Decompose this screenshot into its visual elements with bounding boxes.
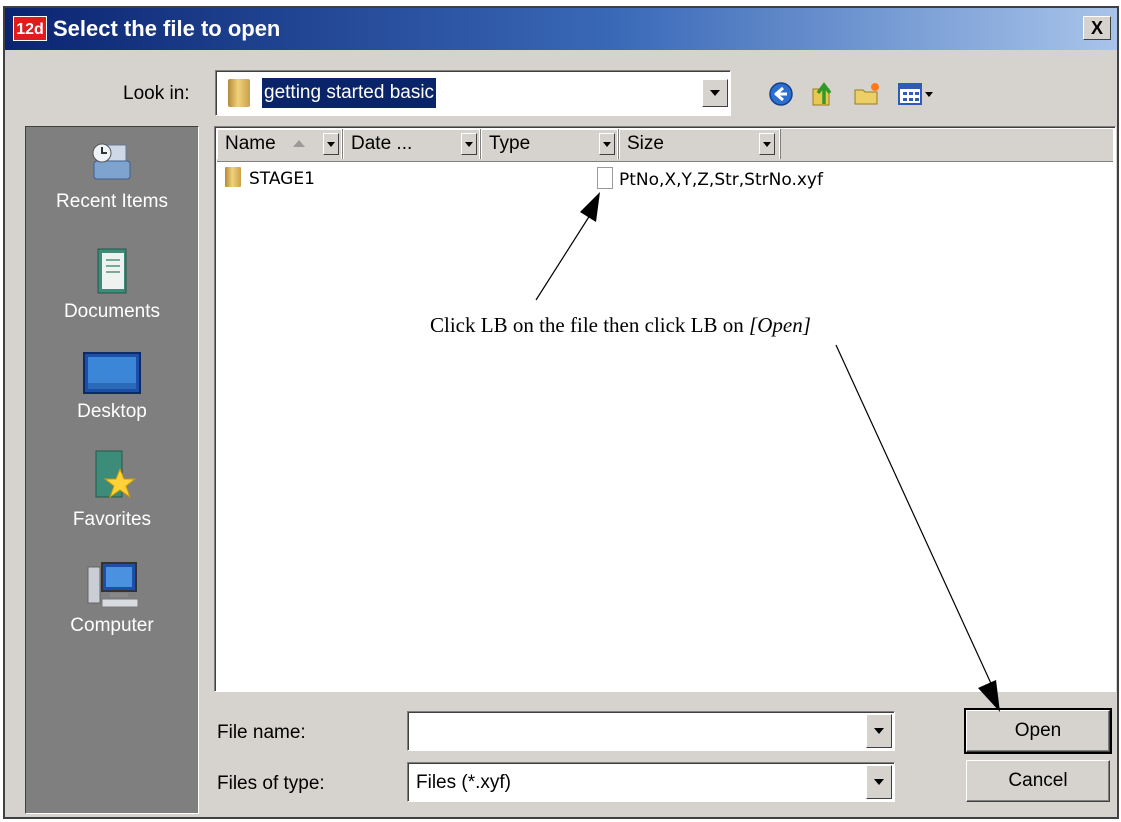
open-file-dialog: 12d Select the file to open X Look in: g…: [3, 6, 1119, 819]
files-of-type-value: Files (*.xyf): [416, 772, 511, 793]
column-label: Date ...: [351, 133, 413, 154]
computer-icon: [87, 562, 139, 608]
back-icon[interactable]: [767, 80, 795, 108]
place-documents[interactable]: Documents: [26, 245, 198, 323]
chevron-down-icon[interactable]: [702, 79, 728, 107]
column-header-type[interactable]: Type: [481, 129, 619, 159]
chevron-down-icon[interactable]: [866, 714, 892, 748]
chevron-down-icon[interactable]: [759, 133, 775, 155]
place-desktop[interactable]: Desktop: [26, 349, 198, 423]
file-name: PtNo,X,Y,Z,Str,StrNo.xyf: [619, 170, 823, 190]
title-bar: 12d Select the file to open X: [5, 8, 1117, 50]
list-item[interactable]: STAGE1: [225, 167, 315, 191]
place-label: Recent Items: [56, 191, 168, 212]
dialog-title: Select the file to open: [53, 16, 281, 41]
column-label: Name: [225, 133, 276, 154]
look-in-dropdown[interactable]: getting started basic: [215, 70, 731, 116]
cancel-button[interactable]: Cancel: [966, 760, 1110, 802]
file-name: STAGE1: [249, 169, 315, 189]
chevron-down-icon[interactable]: [323, 133, 339, 155]
recent-items-icon: [92, 143, 131, 180]
look-in-label: Look in:: [123, 83, 190, 104]
new-folder-icon[interactable]: [853, 80, 881, 108]
view-menu-icon[interactable]: [897, 80, 937, 108]
annotation-emphasis: [Open]: [749, 313, 811, 337]
column-label: Type: [489, 133, 531, 154]
file-icon: [597, 167, 613, 189]
file-name-label: File name:: [217, 722, 306, 743]
app-logo: 12d: [13, 16, 47, 41]
place-favorites[interactable]: Favorites: [26, 449, 198, 531]
files-of-type-select[interactable]: Files (*.xyf): [407, 762, 895, 802]
place-recent-items[interactable]: Recent Items: [26, 139, 198, 213]
folder-icon: [225, 167, 241, 187]
chevron-down-icon[interactable]: [461, 133, 477, 155]
look-in-value: getting started basic: [260, 77, 438, 109]
place-label: Desktop: [77, 401, 147, 422]
column-header-date[interactable]: Date ...: [343, 129, 481, 159]
file-list[interactable]: Name Date ... Type Size STAGE1 PtNo,X,Y,…: [214, 126, 1116, 692]
column-label: Size: [627, 133, 664, 154]
chevron-down-icon[interactable]: [866, 765, 892, 799]
chevron-down-icon[interactable]: [599, 133, 615, 155]
favorites-icon: [95, 450, 137, 499]
column-header-name[interactable]: Name: [217, 129, 343, 159]
file-name-combobox[interactable]: [407, 711, 895, 751]
up-folder-icon[interactable]: [810, 80, 838, 108]
annotation-text: Click LB on the file then click LB on: [430, 313, 750, 337]
place-label: Favorites: [72, 509, 152, 530]
desktop-icon: [83, 352, 141, 394]
list-header: Name Date ... Type Size: [217, 129, 1113, 162]
places-bar: Recent Items Documents Desktop Favorites…: [25, 126, 199, 814]
place-computer[interactable]: Computer: [26, 559, 198, 637]
files-of-type-label: Files of type:: [217, 773, 325, 794]
list-item[interactable]: PtNo,X,Y,Z,Str,StrNo.xyf: [597, 167, 823, 192]
column-header-size[interactable]: Size: [619, 129, 781, 159]
documents-icon: [97, 248, 127, 294]
open-button[interactable]: Open: [964, 708, 1112, 754]
place-label: Documents: [63, 301, 161, 322]
close-button[interactable]: X: [1083, 16, 1111, 40]
place-label: Computer: [70, 615, 154, 636]
sort-ascending-icon: [293, 140, 305, 147]
annotation-callout: Click LB on the file then click LB on [O…: [430, 313, 811, 338]
folder-icon: [228, 79, 250, 107]
